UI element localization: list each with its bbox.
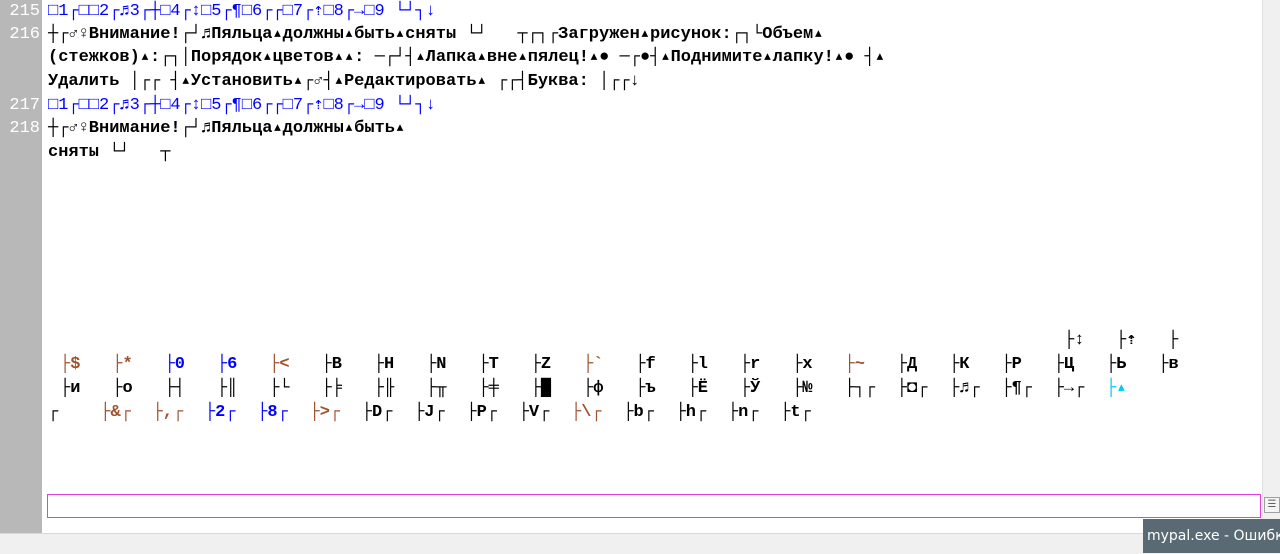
editor-line-215: □1┌□□2┌♬3┌┼□4┌↕□5┌¶□6┌┌□7┌⇡□8┌→□9 └┘┐↓ — [48, 2, 436, 21]
grid-cell: ├T — [478, 355, 499, 374]
scroll-down-icon[interactable]: ☰ — [1264, 497, 1280, 513]
grid-cell: ├$ — [60, 355, 81, 374]
grid-cell: ├█ — [530, 379, 552, 398]
grid-cell: ├b┌ — [623, 403, 654, 422]
grid-cell: ├h┌ — [675, 403, 707, 422]
grid-cell: ┌ — [48, 403, 59, 422]
grid-cell: ├↕ — [1064, 331, 1085, 350]
grid-cell: ├ — [1168, 331, 1179, 350]
grid-cell: ├ъ — [635, 379, 656, 398]
grid-cell: ├Ь — [1106, 355, 1127, 374]
grid-cell: ├,┌ — [152, 403, 184, 422]
line-number: 217 — [9, 96, 40, 115]
grid-cell: ├└ — [269, 379, 290, 398]
grid-cell: ├⇡ — [1116, 331, 1137, 350]
line-number-gutter: 215 216 217 218 — [0, 0, 42, 533]
grid-cell: ├о — [112, 379, 133, 398]
grid-cell: ├x — [792, 355, 813, 374]
grid-cell: ├Р — [1001, 355, 1022, 374]
grid-cell: ├в — [1158, 355, 1179, 374]
grid-cell: ├\┌ — [571, 403, 602, 422]
vertical-scrollbar[interactable] — [1262, 0, 1280, 533]
grid-cell: ├→┌ — [1053, 379, 1085, 398]
grid-cell: ├l — [687, 355, 708, 374]
editor-line-218: ┼┌♂♀Внимание!┌┘♬Пяльца▴должны▴быть▴ — [48, 119, 406, 138]
line-number: 215 — [9, 2, 40, 21]
status-bar — [0, 533, 1280, 554]
grid-cell: ├* — [112, 355, 133, 374]
grid-cell: ├f — [635, 355, 656, 374]
grid-cell: ├ф — [583, 379, 604, 398]
grid-cell: ├¶┌ — [1001, 379, 1032, 398]
grid-cell: ├◘┌ — [896, 379, 928, 398]
grid-cell: ├6 — [216, 355, 238, 374]
grid-cell: ├Д — [896, 355, 918, 374]
editor-line-217: □1┌□□2┌♬3┌┼□4┌↕□5┌¶□6┌┌□7┌⇡□8┌→□9 └┘┐↓ — [48, 96, 436, 115]
grid-cell: ├К — [949, 355, 970, 374]
grid-cell: ├B — [321, 355, 342, 374]
editor-line-216: ┼┌♂♀Внимание!┌┘♬Пяльца▴должны▴быть▴сняты… — [48, 25, 824, 44]
grid-cell: ├♬┌ — [949, 379, 980, 398]
grid-cell: ├r — [739, 355, 761, 374]
grid-cell: ├Ц — [1053, 355, 1075, 374]
grid-cell: ├~ — [844, 355, 865, 374]
grid-cell: ├n┌ — [727, 403, 759, 422]
grid-cell: ├╪ — [478, 379, 499, 398]
grid-cell: ├` — [583, 355, 604, 374]
grid-cell: ├║ — [216, 379, 238, 398]
grid-cell: ├и — [60, 379, 81, 398]
grid-cell: ├╞ — [321, 379, 342, 398]
grid-cell: ├┤ — [164, 379, 185, 398]
grid-cell: ├№ — [792, 379, 813, 398]
text-editor[interactable]: □1┌□□2┌♬3┌┼□4┌↕□5┌¶□6┌┌□7┌⇡□8┌→□9 └┘┐↓ ┼… — [42, 0, 1262, 533]
grid-cell: ├N — [426, 355, 447, 374]
grid-cell: ├Z — [530, 355, 552, 374]
grid-cell: ├▴ — [1106, 379, 1127, 398]
editor-line-216-wrap-1: (стежков)▴:┌┐│Порядок▴цветов▴▴: ─┌┘┤▴Лап… — [48, 48, 885, 67]
grid-cell: ├< — [269, 355, 290, 374]
grid-cell: ├D┌ — [361, 403, 393, 422]
grid-cell: ├>┌ — [309, 403, 341, 422]
editor-line-216-wrap-2: Удалить │┌┌ ┤▴Установить▴┌♂┤▴Редактирова… — [48, 72, 640, 91]
grid-cell: ├V┌ — [518, 403, 550, 422]
grid-cell: ├J┌ — [414, 403, 445, 422]
grid-cell: ├┐┌ — [844, 379, 876, 398]
grid-cell: ├Ў — [739, 379, 761, 398]
grid-cell: ├&┌ — [100, 403, 131, 422]
grid-cell: ├2┌ — [204, 403, 236, 422]
grid-cell: ├╟ — [373, 379, 395, 398]
taskbar-popup[interactable]: mypal.exe - Ошибка — [1143, 519, 1280, 553]
grid-cell: ├Ё — [687, 379, 708, 398]
editor-line-218-wrap-1: сняты └┘ ┬ — [48, 143, 171, 162]
grid-cell: ├8┌ — [257, 403, 288, 422]
line-number: 218 — [9, 119, 40, 138]
grid-cell: ├0 — [164, 355, 185, 374]
line-number: 216 — [9, 25, 40, 44]
grid-cell: ├P┌ — [466, 403, 497, 422]
grid-cell: ├t┌ — [780, 403, 811, 422]
grid-cell: ├╥ — [426, 379, 447, 398]
grid-cell: ├H — [373, 355, 395, 374]
command-input[interactable] — [47, 494, 1261, 518]
